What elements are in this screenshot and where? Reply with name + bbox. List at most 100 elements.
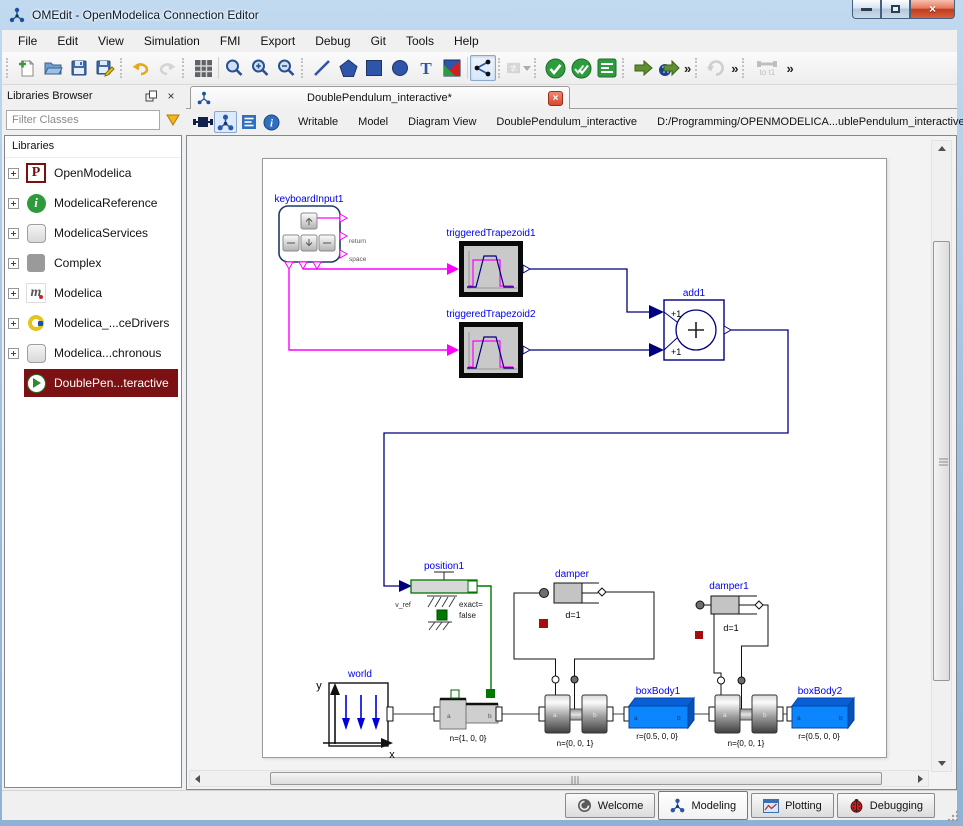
time-interval-button[interactable]: to t1 <box>750 55 784 81</box>
vertical-scrollbar-thumb[interactable] <box>933 241 950 681</box>
vertical-scrollbar[interactable] <box>931 140 952 772</box>
expand-icon[interactable] <box>8 258 19 269</box>
save-button[interactable] <box>66 55 92 81</box>
expand-icon[interactable] <box>8 198 19 209</box>
save-as-button[interactable] <box>92 55 118 81</box>
connection-add1-position1[interactable] <box>384 330 788 586</box>
documentation-view-button[interactable]: i <box>260 111 283 133</box>
library-item-openmodelica[interactable]: POpenModelica <box>5 158 181 188</box>
undo-button[interactable] <box>128 55 154 81</box>
simulate-button[interactable] <box>630 55 656 81</box>
component-position1[interactable]: position1 v_ref <box>395 561 483 630</box>
icon-view-button[interactable] <box>191 111 214 133</box>
expand-icon[interactable] <box>8 288 19 299</box>
component-damper[interactable]: damper d=1 <box>539 569 606 628</box>
menu-help[interactable]: Help <box>444 31 489 51</box>
toolbar-overflow-1[interactable]: » <box>682 61 693 76</box>
show-grid-button[interactable] <box>190 55 216 81</box>
menu-git[interactable]: Git <box>361 31 396 51</box>
tab-doublependulum-interactive[interactable]: DoublePendulum_interactive* × <box>190 86 570 109</box>
float-panel-icon[interactable] <box>143 89 159 104</box>
writable-status[interactable]: Writable <box>293 116 343 128</box>
component-boxBody2[interactable]: boxBody2 a b r={0.5, 0, 0} <box>787 686 854 741</box>
menu-tools[interactable]: Tools <box>396 31 444 51</box>
close-button[interactable]: × <box>910 0 955 19</box>
component-keyboardInput1[interactable]: keyboardInput1 <box>275 194 367 269</box>
menu-fmi[interactable]: FMI <box>210 31 251 51</box>
connection-keyboard-trapezoid2[interactable] <box>289 269 459 356</box>
connection-trapezoid2-add1[interactable] <box>530 343 664 357</box>
perspective-tab-modeling[interactable]: Modeling <box>658 791 748 820</box>
restore-button[interactable] <box>881 0 910 19</box>
library-item-doublependulum[interactable]: DoublePen...teractive <box>5 368 181 398</box>
text-view-button[interactable] <box>237 111 260 133</box>
library-item-complex[interactable]: Complex <box>5 248 181 278</box>
menu-simulation[interactable]: Simulation <box>134 31 210 51</box>
library-item-devicedrivers[interactable]: Modelica_...ceDrivers <box>5 308 181 338</box>
expand-icon[interactable] <box>8 168 19 179</box>
filter-classes-input[interactable] <box>6 110 160 130</box>
connection-damper-revolute1[interactable] <box>514 592 654 676</box>
component-triggeredTrapezoid1[interactable]: triggeredTrapezoid1 <box>446 228 536 297</box>
zoom-out-button[interactable] <box>273 55 299 81</box>
open-model-button[interactable] <box>40 55 66 81</box>
component-revolute2[interactable]: a b n={0, 0, 1} <box>709 677 783 748</box>
scroll-right-arrow[interactable] <box>913 771 928 786</box>
transition-mode-button[interactable] <box>506 55 532 81</box>
library-item-modelicaservices[interactable]: ModelicaServices <box>5 218 181 248</box>
line-tool-button[interactable] <box>309 55 335 81</box>
scroll-up-arrow[interactable] <box>934 141 949 156</box>
toolbar-overflow-3[interactable]: » <box>784 61 795 76</box>
bitmap-tool-button[interactable] <box>439 55 465 81</box>
polygon-tool-button[interactable] <box>335 55 361 81</box>
menu-view[interactable]: View <box>88 31 134 51</box>
expand-icon[interactable] <box>8 228 19 239</box>
scroll-left-arrow[interactable] <box>190 771 205 786</box>
toolbar-overflow-2[interactable]: » <box>729 61 740 76</box>
library-item-modelica[interactable]: mModelica <box>5 278 181 308</box>
zoom-fit-button[interactable] <box>221 55 247 81</box>
connection-keyboard-trapezoid1[interactable] <box>303 263 459 275</box>
library-item-modelicareference[interactable]: iModelicaReference <box>5 188 181 218</box>
new-model-button[interactable] <box>14 55 40 81</box>
ellipse-tool-button[interactable] <box>387 55 413 81</box>
component-world[interactable]: world y x <box>316 669 395 759</box>
resize-grip[interactable] <box>947 810 959 822</box>
zoom-in-button[interactable] <box>247 55 273 81</box>
rectangle-tool-button[interactable] <box>361 55 387 81</box>
minimize-button[interactable] <box>852 0 881 19</box>
diagram-canvas[interactable]: keyboardInput1 <box>262 158 887 758</box>
diagram-view-button[interactable] <box>214 111 237 133</box>
text-tool-button[interactable]: T <box>413 55 439 81</box>
connect-mode-button[interactable] <box>470 55 496 81</box>
connection-trapezoid1-add1[interactable] <box>530 269 664 319</box>
component-boxBody1[interactable]: boxBody1 a b r={0.5, 0, 0} <box>624 686 694 741</box>
menu-export[interactable]: Export <box>251 31 306 51</box>
expand-icon[interactable] <box>8 318 19 329</box>
check-model-button[interactable] <box>542 55 568 81</box>
menu-edit[interactable]: Edit <box>47 31 88 51</box>
expand-icon[interactable] <box>8 348 19 359</box>
redo-button[interactable] <box>154 55 180 81</box>
resimulate-button[interactable] <box>703 55 729 81</box>
component-add1[interactable]: add1 +1 +1 <box>664 288 731 360</box>
menu-debug[interactable]: Debug <box>305 31 360 51</box>
component-damper1[interactable]: damper1 d=1 <box>695 581 763 639</box>
horizontal-scrollbar[interactable] <box>189 770 929 787</box>
library-item-synchronous[interactable]: Modelica...chronous <box>5 338 181 368</box>
connection-damper1-revolute2[interactable] <box>714 605 768 677</box>
instantiate-model-button[interactable] <box>594 55 620 81</box>
horizontal-scrollbar-thumb[interactable] <box>270 772 882 785</box>
perspective-tab-debugging[interactable]: Debugging <box>837 793 935 818</box>
perspective-tab-welcome[interactable]: Welcome <box>565 793 656 818</box>
scroll-down-arrow[interactable] <box>934 756 949 771</box>
menu-file[interactable]: File <box>8 31 47 51</box>
close-panel-icon[interactable]: × <box>163 89 179 104</box>
perspective-tab-plotting[interactable]: Plotting <box>751 793 834 818</box>
tab-close-button[interactable]: × <box>548 91 563 106</box>
filter-options-button[interactable] <box>165 111 181 129</box>
component-triggeredTrapezoid2[interactable]: triggeredTrapezoid2 <box>446 309 536 378</box>
component-revolute1[interactable]: a b n={0, 0, 1} <box>539 676 613 748</box>
simulate-animation-button[interactable] <box>656 55 682 81</box>
check-all-models-button[interactable] <box>568 55 594 81</box>
